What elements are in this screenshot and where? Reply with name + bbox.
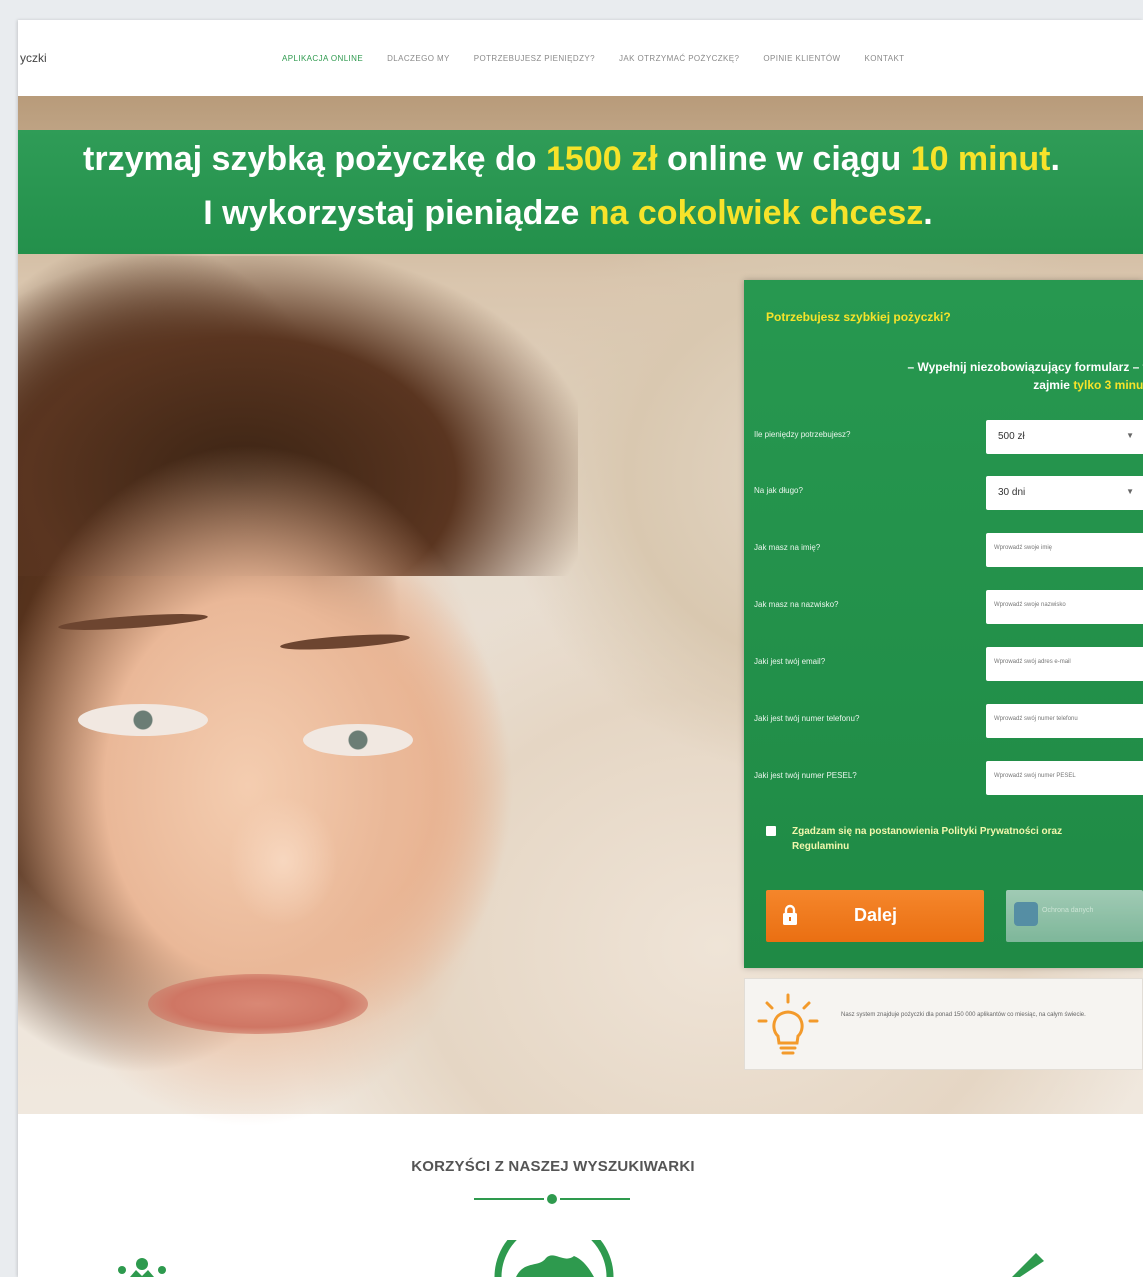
hero-photo-eye — [78, 704, 208, 736]
hero-photo-lips — [148, 974, 368, 1034]
nav-item-jak-otrzymac-pozyczke[interactable]: JAK OTRZYMAĆ POŻYCZKĘ? — [619, 54, 739, 63]
lightbulb-icon — [757, 993, 819, 1055]
pesel-input[interactable]: Wprowadź swój numer PESEL — [986, 761, 1143, 795]
chevron-down-icon: ▼ — [1126, 487, 1134, 496]
nav-item-dlaczego-my[interactable]: DLACZEGO MY — [387, 54, 450, 63]
headline-banner: trzymaj szybką pożyczkę do 1500 zł onlin… — [18, 130, 1143, 254]
first-name-input[interactable]: Wprowadź swoje imię — [986, 533, 1143, 567]
field-pesel: Jaki jest twój numer PESEL? Wprowadź swó… — [754, 761, 1143, 795]
benefits-title: KORZYŚCI Z NASZEJ WYSZUKIWARKI — [411, 1158, 695, 1175]
nav-item-aplikacja-online[interactable]: APLIKACJA ONLINE — [282, 54, 363, 63]
field-phone: Jaki jest twój numer telefonu? Wprowadź … — [754, 704, 1143, 738]
site-logo[interactable]: yczki — [20, 51, 47, 65]
form-title: Potrzebujesz szybkiej pożyczki? — [766, 310, 951, 324]
field-duration: Na jak długo? 30 dni ▼ — [754, 476, 1143, 510]
form-subtitle: – Wypełnij niezobowiązujący formularz – … — [907, 360, 1143, 392]
next-button[interactable]: Dalej — [766, 890, 984, 942]
consent-checkbox[interactable] — [766, 826, 776, 836]
globe-icon — [494, 1240, 614, 1277]
field-amount: Ile pieniędzy potrzebujesz? 500 zł ▼ — [754, 420, 1143, 454]
field-label: Jaki jest twój numer telefonu? — [754, 714, 860, 723]
pencil-icon — [1012, 1253, 1044, 1277]
field-first-name: Jak masz na imię? Wprowadź swoje imię — [754, 533, 1143, 567]
security-badge: Ochrona danych — [1006, 890, 1143, 942]
field-label: Jak masz na nazwisko? — [754, 600, 839, 609]
nav-item-potrzebujesz-pieniedzy[interactable]: POTRZEBUJESZ PIENIĘDZY? — [474, 54, 595, 63]
field-last-name: Jak masz na nazwisko? Wprowadź swoje naz… — [754, 590, 1143, 624]
browser-viewport: yczki APLIKACJA ONLINE DLACZEGO MY POTRZ… — [18, 20, 1143, 1277]
field-label: Jaki jest twój email? — [754, 657, 826, 666]
email-input[interactable]: Wprowadź swój adres e-mail — [986, 647, 1143, 681]
phone-input[interactable]: Wprowadź swój numer telefonu — [986, 704, 1143, 738]
hero-section: trzymaj szybką pożyczkę do 1500 zł onlin… — [18, 96, 1143, 1126]
field-label: Jaki jest twój numer PESEL? — [754, 771, 857, 780]
chevron-down-icon: ▼ — [1126, 431, 1134, 440]
field-label: Jak masz na imię? — [754, 543, 821, 552]
info-card: Nasz system znajduje pożyczki dla ponad … — [744, 978, 1143, 1070]
consent-label[interactable]: Zgadzam się na postanowienia Polityki Pr… — [792, 824, 1102, 854]
shield-icon — [1014, 902, 1038, 926]
field-label: Na jak długo? — [754, 486, 803, 495]
last-name-input[interactable]: Wprowadź swoje nazwisko — [986, 590, 1143, 624]
amount-select[interactable]: 500 zł ▼ — [986, 420, 1143, 454]
section-divider — [474, 1194, 632, 1204]
top-navigation: yczki APLIKACJA ONLINE DLACZEGO MY POTRZ… — [18, 20, 1143, 96]
people-icon — [118, 1258, 166, 1277]
info-text: Nasz system znajduje pożyczki dla ponad … — [841, 1012, 1086, 1018]
main-menu: APLIKACJA ONLINE DLACZEGO MY POTRZEBUJES… — [282, 54, 904, 63]
nav-item-opinie-klientow[interactable]: OPINIE KLIENTÓW — [763, 54, 840, 63]
loan-form: Potrzebujesz szybkiej pożyczki? – Wypełn… — [744, 280, 1143, 968]
headline-line-1: trzymaj szybką pożyczkę do 1500 zł onlin… — [83, 140, 1060, 178]
field-email: Jaki jest twój email? Wprowadź swój adre… — [754, 647, 1143, 681]
duration-select[interactable]: 30 dni ▼ — [986, 476, 1143, 510]
field-label: Ile pieniędzy potrzebujesz? — [754, 430, 851, 439]
headline-line-2: I wykorzystaj pieniądze na cokolwiek chc… — [203, 194, 933, 232]
hero-photo-nose — [228, 796, 338, 926]
nav-item-kontakt[interactable]: KONTAKT — [864, 54, 904, 63]
lock-icon — [783, 904, 797, 925]
hero-photo-eye — [303, 724, 413, 756]
